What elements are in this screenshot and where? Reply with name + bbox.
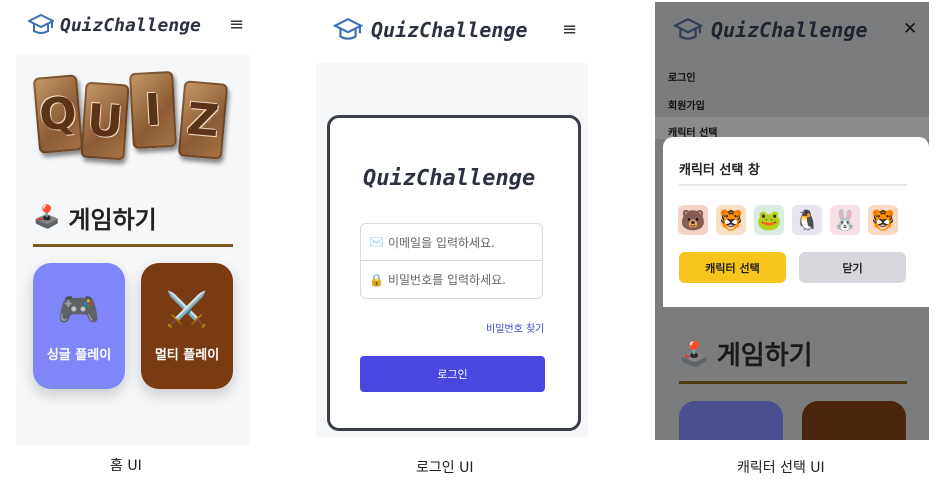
email-placeholder: 이메일을 입력하세요.: [387, 235, 495, 250]
select-character-button[interactable]: 캐릭터 선택: [679, 252, 786, 283]
login-header-logo[interactable]: QuizChallenge: [333, 17, 528, 43]
password-field[interactable]: 🔒 비밀번호를 입력하세요.: [360, 261, 543, 299]
avatar-bear[interactable]: 🐻: [678, 205, 708, 235]
joystick-icon: 🕹️: [679, 339, 709, 368]
menu-icon[interactable]: ≡: [562, 19, 577, 40]
avatar-frog[interactable]: 🐸: [754, 205, 784, 235]
single-play-button[interactable]: 🎮 싱글 플레이: [33, 263, 125, 389]
section-divider: [679, 381, 907, 384]
brand-name: QuizChallenge: [711, 18, 868, 42]
menu-icon[interactable]: ≡: [229, 14, 244, 35]
quiz-tile: Q: [32, 74, 84, 154]
character-caption: 캐릭터 선택 UI: [737, 460, 825, 476]
find-password-link[interactable]: 비밀번호 찾기: [486, 320, 544, 335]
close-modal-button[interactable]: 닫기: [799, 252, 906, 283]
email-field[interactable]: ✉️ 이메일을 입력하세요.: [360, 223, 543, 261]
graduation-cap-icon: [28, 13, 54, 34]
close-icon[interactable]: ✕: [903, 19, 917, 39]
multi-play-button[interactable]: ⚔️ 멀티 플레이: [141, 263, 233, 389]
crossed-swords-icon: ⚔️: [165, 289, 209, 330]
quiz-tile: U: [80, 81, 130, 161]
brand-name: QuizChallenge: [60, 14, 201, 36]
menu-item-signup[interactable]: 회원가입: [668, 97, 705, 112]
avatar-tiger[interactable]: 🐯: [716, 205, 746, 235]
character-header-logo[interactable]: QuizChallenge: [673, 17, 868, 43]
section-title-text: 게임하기: [68, 206, 157, 234]
graduation-cap-icon: [333, 17, 363, 40]
section-title: 🕹️ 게임하기: [679, 335, 813, 372]
gamepad-icon: 🎮: [57, 289, 101, 330]
section-divider: [33, 244, 233, 247]
login-card-title: QuizChallenge: [363, 166, 536, 191]
section-title: 🕹️ 게임하기: [33, 200, 157, 235]
home-caption: 홈 UI: [110, 458, 142, 474]
multi-play-button[interactable]: [802, 401, 906, 440]
home-logo[interactable]: QuizChallenge: [28, 13, 201, 37]
brand-name: QuizChallenge: [371, 18, 528, 42]
graduation-cap-icon: [673, 17, 703, 40]
multi-play-label: 멀티 플레이: [154, 347, 220, 363]
login-button[interactable]: 로그인: [360, 356, 545, 392]
avatar-tiger-2[interactable]: 🐯: [868, 205, 898, 235]
modal-divider: [679, 184, 907, 186]
avatar-penguin[interactable]: 🐧: [792, 205, 822, 235]
lock-icon: 🔒: [369, 272, 384, 287]
envelope-icon: ✉️: [369, 235, 384, 249]
login-caption: 로그인 UI: [416, 460, 474, 476]
modal-title: 캐릭터 선택 창: [679, 163, 760, 178]
quiz-tile: I: [129, 70, 177, 150]
password-placeholder: 비밀번호를 입력하세요.: [387, 273, 506, 287]
quiz-tile: Z: [177, 80, 229, 160]
menu-item-login[interactable]: 로그인: [668, 69, 696, 84]
single-play-label: 싱글 플레이: [46, 347, 112, 363]
avatar-rabbit[interactable]: 🐰: [830, 205, 860, 235]
section-title-text: 게임하기: [716, 341, 813, 371]
joystick-icon: 🕹️: [33, 205, 61, 230]
single-play-button[interactable]: [679, 401, 783, 440]
